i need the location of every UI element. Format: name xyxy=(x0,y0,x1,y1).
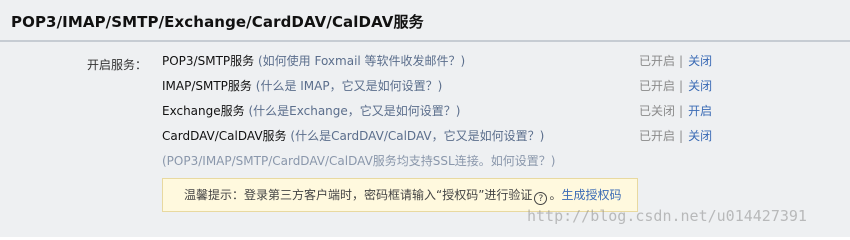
ssl-note-close: ) xyxy=(550,154,556,168)
service-help-link[interactable]: 什么是CardDAV/CalDAV，它又是如何设置？ xyxy=(295,129,540,143)
service-row-imap: IMAP/SMTP服务 (什么是 IMAP，它又是如何设置？) xyxy=(162,77,442,95)
service-help-link[interactable]: 什么是 IMAP，它又是如何设置？ xyxy=(260,79,437,93)
service-name: Exchange服务 xyxy=(162,104,245,118)
service-status-carddav: 已开启 | 关闭 xyxy=(639,127,712,145)
service-help-close: ) xyxy=(460,54,466,68)
section-header: POP3/IMAP/SMTP/Exchange/CardDAV/CalDAV服务 xyxy=(0,0,850,42)
tip-period: 。 xyxy=(549,188,562,202)
tip-text: 温馨提示：登录第三方客户端时，密码框请输入“授权码”进行验证 xyxy=(184,188,533,202)
ssl-note: (POP3/IMAP/SMTP/CardDAV/CalDAV服务均支持SSL连接… xyxy=(162,152,555,170)
service-name: POP3/SMTP服务 xyxy=(162,54,255,68)
separator: | xyxy=(679,54,684,68)
service-toggle-link[interactable]: 开启 xyxy=(688,104,712,118)
ssl-help-link[interactable]: 如何设置？ xyxy=(491,154,551,168)
service-state: 已关闭 xyxy=(639,104,676,118)
service-help-link[interactable]: 什么是Exchange，它又是如何设置？ xyxy=(253,104,456,118)
service-help-close: ) xyxy=(539,129,545,143)
service-name: IMAP/SMTP服务 xyxy=(162,79,252,93)
separator: | xyxy=(679,79,684,93)
service-row-carddav: CardDAV/CalDAV服务 (什么是CardDAV/CalDAV，它又是如… xyxy=(162,127,544,145)
separator: | xyxy=(679,129,684,143)
service-status-exchange: 已关闭 | 开启 xyxy=(639,102,712,120)
section-title: POP3/IMAP/SMTP/Exchange/CardDAV/CalDAV服务 xyxy=(11,13,424,31)
separator: | xyxy=(679,104,684,118)
service-help-close: ) xyxy=(455,104,461,118)
service-state: 已开启 xyxy=(639,54,676,68)
service-toggle-link[interactable]: 关闭 xyxy=(688,54,712,68)
watermark: http://blog.csdn.net/u014427391 xyxy=(527,207,807,225)
help-circle-icon[interactable]: ? xyxy=(534,192,548,205)
ssl-note-text: (POP3/IMAP/SMTP/CardDAV/CalDAV服务均支持SSL连接… xyxy=(162,154,491,168)
service-row-exchange: Exchange服务 (什么是Exchange，它又是如何设置？) xyxy=(162,102,460,120)
service-toggle-link[interactable]: 关闭 xyxy=(688,129,712,143)
service-toggle-link[interactable]: 关闭 xyxy=(688,79,712,93)
service-name: CardDAV/CalDAV服务 xyxy=(162,129,287,143)
service-status-imap: 已开启 | 关闭 xyxy=(639,77,712,95)
service-state: 已开启 xyxy=(639,79,676,93)
services-label: 开启服务： xyxy=(87,58,148,72)
service-row-pop3: POP3/SMTP服务 (如何使用 Foxmail 等软件收发邮件？) xyxy=(162,52,465,70)
service-help-close: ) xyxy=(437,79,443,93)
generate-auth-code-link[interactable]: 生成授权码 xyxy=(561,188,621,202)
service-state: 已开启 xyxy=(639,129,676,143)
service-help-link[interactable]: 如何使用 Foxmail 等软件收发邮件？ xyxy=(263,54,461,68)
service-status-pop3: 已开启 | 关闭 xyxy=(639,52,712,70)
